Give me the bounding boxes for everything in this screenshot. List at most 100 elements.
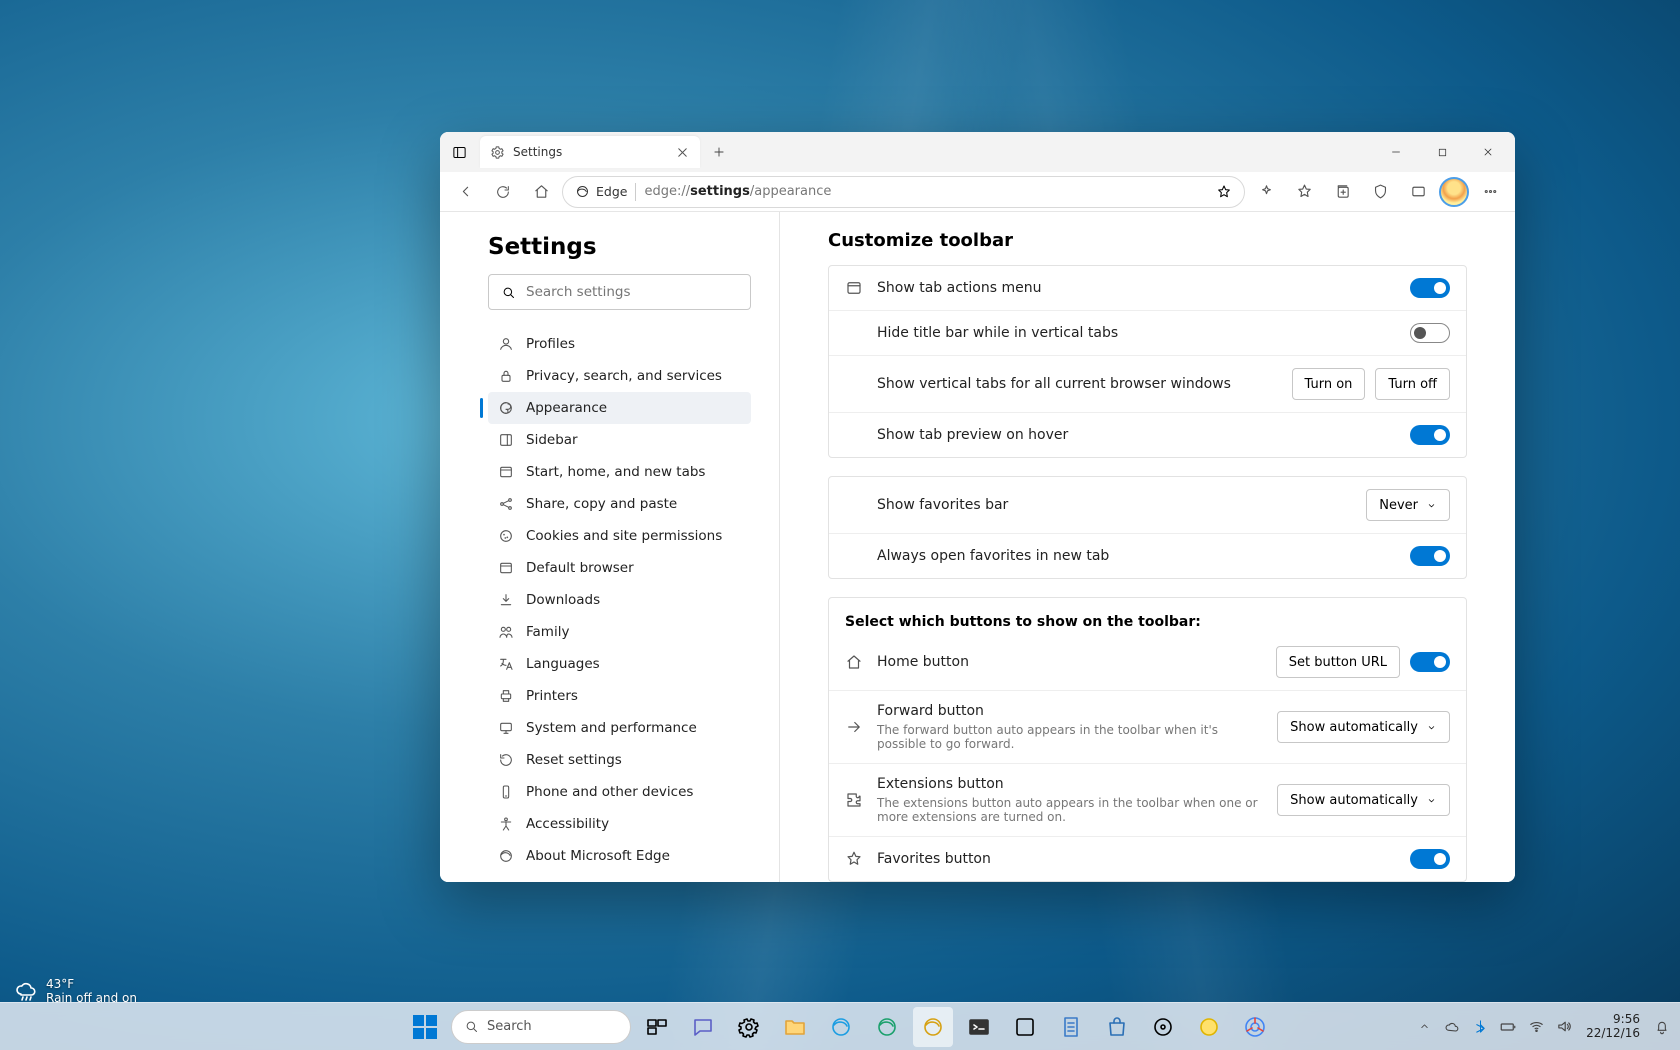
- taskbar-notepad[interactable]: [1051, 1007, 1091, 1047]
- nav-languages[interactable]: Languages: [488, 648, 751, 680]
- task-view-button[interactable]: [637, 1007, 677, 1047]
- nav-reset[interactable]: Reset settings: [488, 744, 751, 776]
- window-close-button[interactable]: [1465, 133, 1511, 171]
- browser-tab-settings[interactable]: Settings: [480, 136, 700, 168]
- close-icon: [1482, 146, 1494, 158]
- favorites-button[interactable]: [1287, 175, 1321, 209]
- share-icon: [498, 496, 514, 512]
- nav-downloads[interactable]: Downloads: [488, 584, 751, 616]
- nav-accessibility[interactable]: Accessibility: [488, 808, 751, 840]
- tray-battery[interactable]: [1498, 1017, 1518, 1037]
- taskbar-store[interactable]: [1097, 1007, 1137, 1047]
- circle-icon: [1197, 1015, 1221, 1039]
- toggle-tab-preview[interactable]: [1410, 425, 1450, 445]
- nav-sidebar[interactable]: Sidebar: [488, 424, 751, 456]
- nav-back-button[interactable]: [448, 175, 482, 209]
- nav-appearance[interactable]: Appearance: [488, 392, 751, 424]
- site-identity[interactable]: Edge: [575, 184, 627, 199]
- toggle-favorites-button[interactable]: [1410, 849, 1450, 869]
- settings-search[interactable]: [488, 274, 751, 310]
- minimize-icon: [1390, 146, 1402, 158]
- tray-wifi[interactable]: [1526, 1017, 1546, 1037]
- tab-close-button[interactable]: [674, 144, 690, 160]
- nav-printers[interactable]: Printers: [488, 680, 751, 712]
- nav-share[interactable]: Share, copy and paste: [488, 488, 751, 520]
- chrome-icon: [1243, 1015, 1267, 1039]
- toggle-fav-new-tab[interactable]: [1410, 546, 1450, 566]
- taskbar-settings[interactable]: [729, 1007, 769, 1047]
- taskbar-explorer[interactable]: [775, 1007, 815, 1047]
- settings-search-input[interactable]: [526, 284, 738, 300]
- taskbar-chat[interactable]: [683, 1007, 723, 1047]
- star-icon: [845, 850, 863, 868]
- taskbar-edge[interactable]: [821, 1007, 861, 1047]
- windows-logo-icon: [413, 1015, 437, 1039]
- nav-about[interactable]: About Microsoft Edge: [488, 840, 751, 872]
- nav-profiles[interactable]: Profiles: [488, 328, 751, 360]
- toggle-home-button[interactable]: [1410, 652, 1450, 672]
- terminal-icon: [967, 1015, 991, 1039]
- taskbar-app3[interactable]: [1189, 1007, 1229, 1047]
- nav-phone[interactable]: Phone and other devices: [488, 776, 751, 808]
- address-bar[interactable]: Edge edge://settings/appearance: [562, 176, 1245, 208]
- star-icon: [1296, 183, 1313, 200]
- chat-icon: [691, 1015, 715, 1039]
- capture-icon: [1410, 183, 1427, 200]
- cookie-icon: [498, 528, 514, 544]
- taskbar-app2[interactable]: [1143, 1007, 1183, 1047]
- home-icon: [533, 183, 550, 200]
- folder-icon: [783, 1015, 807, 1039]
- taskbar-app1[interactable]: [1005, 1007, 1045, 1047]
- favorites-bar-dropdown[interactable]: Never: [1366, 489, 1450, 521]
- set-button-url-button[interactable]: Set button URL: [1276, 646, 1400, 678]
- toolbar-buttons-heading: Select which buttons to show on the tool…: [829, 598, 1466, 634]
- vertical-tabs-button[interactable]: [444, 137, 474, 167]
- favorite-add-icon[interactable]: [1216, 184, 1232, 200]
- profile-avatar[interactable]: [1439, 177, 1469, 207]
- edge-icon: [829, 1015, 853, 1039]
- taskbar-edge-beta[interactable]: [867, 1007, 907, 1047]
- new-tab-button[interactable]: [704, 137, 734, 167]
- chevron-down-icon: [1426, 500, 1437, 511]
- person-icon: [498, 336, 514, 352]
- taskbar-search[interactable]: Search: [451, 1010, 631, 1044]
- start-button[interactable]: [405, 1007, 445, 1047]
- notepad-icon: [1059, 1015, 1083, 1039]
- window-minimize-button[interactable]: [1373, 133, 1419, 171]
- collections-button[interactable]: [1325, 175, 1359, 209]
- taskbar-chrome[interactable]: [1235, 1007, 1275, 1047]
- tray-volume[interactable]: [1554, 1017, 1574, 1037]
- more-menu-button[interactable]: [1473, 175, 1507, 209]
- nav-home-button[interactable]: [524, 175, 558, 209]
- bell-icon: [1654, 1019, 1670, 1035]
- search-icon: [501, 285, 516, 300]
- nav-default-browser[interactable]: Default browser: [488, 552, 751, 584]
- sidebar-icon: [498, 432, 514, 448]
- tray-overflow[interactable]: [1414, 1017, 1434, 1037]
- window-maximize-button[interactable]: [1419, 133, 1465, 171]
- cloud-icon: [1444, 1019, 1460, 1035]
- tray-onedrive[interactable]: [1442, 1017, 1462, 1037]
- security-button[interactable]: [1363, 175, 1397, 209]
- nav-refresh-button[interactable]: [486, 175, 520, 209]
- screenshot-button[interactable]: [1401, 175, 1435, 209]
- settings-main: Customize toolbar Show tab actions menu …: [780, 212, 1515, 882]
- toggle-tab-actions[interactable]: [1410, 278, 1450, 298]
- taskbar-terminal[interactable]: [959, 1007, 999, 1047]
- vertical-tabs-off-button[interactable]: Turn off: [1375, 368, 1450, 400]
- nav-start-home[interactable]: Start, home, and new tabs: [488, 456, 751, 488]
- tray-bluetooth[interactable]: [1470, 1017, 1490, 1037]
- taskbar-clock[interactable]: 9:56 22/12/16: [1586, 1013, 1640, 1041]
- taskbar-edge-canary[interactable]: [913, 1007, 953, 1047]
- toggle-hide-title-bar[interactable]: [1410, 323, 1450, 343]
- nav-cookies[interactable]: Cookies and site permissions: [488, 520, 751, 552]
- vertical-tabs-on-button[interactable]: Turn on: [1292, 368, 1366, 400]
- nav-system[interactable]: System and performance: [488, 712, 751, 744]
- forward-button-dropdown[interactable]: Show automatically: [1277, 711, 1450, 743]
- accessibility-icon: [498, 816, 514, 832]
- tray-notifications[interactable]: [1652, 1017, 1672, 1037]
- nav-family[interactable]: Family: [488, 616, 751, 648]
- extensions-button-dropdown[interactable]: Show automatically: [1277, 784, 1450, 816]
- nav-privacy[interactable]: Privacy, search, and services: [488, 360, 751, 392]
- extensions-icon-button[interactable]: [1249, 175, 1283, 209]
